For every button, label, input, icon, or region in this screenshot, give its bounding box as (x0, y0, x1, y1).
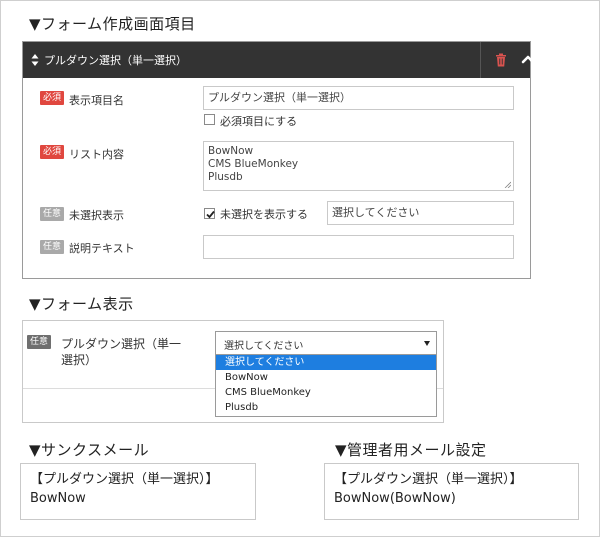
item-name-input[interactable]: プルダウン選択（単一選択） (203, 86, 514, 110)
chevron-up-icon[interactable] (521, 54, 535, 64)
sort-handle-icon[interactable] (31, 53, 39, 67)
admin-mail-preview: 【プルダウン選択（単一選択）】 BowNow(BowNow) (324, 463, 579, 520)
mail-line: 【プルダウン選択（単一選択）】 (334, 472, 523, 487)
required-checkbox[interactable] (204, 114, 215, 125)
unselected-checkbox[interactable] (204, 208, 215, 219)
optional-badge: 任意 (40, 207, 65, 221)
header-divider (480, 42, 481, 78)
dropdown-option[interactable]: BowNow (216, 370, 436, 385)
unselected-display-label: 未選択表示 (69, 209, 124, 222)
display-section-title: ▼フォーム表示 (29, 295, 134, 313)
trash-icon[interactable] (495, 53, 507, 67)
optional-badge: 任意 (40, 240, 65, 254)
mail-line: 【プルダウン選択（単一選択）】 (30, 472, 219, 487)
list-content-label: リスト内容 (69, 148, 124, 161)
unselected-checkbox-label: 未選択を表示する (220, 208, 308, 221)
field-header-bar[interactable]: プルダウン選択（単一選択） (23, 42, 535, 78)
thanks-mail-section-title: ▼サンクスメール (29, 441, 150, 459)
list-line: BowNow (208, 145, 254, 157)
form-display-panel: 任意 プルダウン選択（単一選択） 選択してください 選択してください BowNo… (22, 320, 444, 423)
dropdown-option[interactable]: CMS BlueMonkey (216, 385, 436, 400)
resize-grip-icon[interactable] (504, 181, 511, 188)
description-label: 説明テキスト (69, 242, 135, 255)
required-checkbox-label: 必須項目にする (220, 115, 298, 128)
select-value: 選択してください (224, 341, 304, 352)
description-input[interactable] (203, 235, 514, 259)
screenshot-frame: ▼フォーム作成画面項目 プルダウン選択（単一選択） 必須 表示項目名 プルダウン… (0, 0, 600, 537)
thanks-mail-preview: 【プルダウン選択（単一選択）】 BowNow (20, 463, 256, 520)
required-badge: 必須 (40, 145, 65, 159)
caret-down-icon (424, 341, 430, 346)
builder-section-title: ▼フォーム作成画面項目 (29, 15, 196, 33)
form-builder-panel: プルダウン選択（単一選択） 必須 表示項目名 プルダウン選択（単一選択） 必須項… (22, 41, 535, 279)
pulldown-options-list: 選択してください BowNow CMS BlueMonkey Plusdb (215, 354, 437, 417)
optional-badge: 任意 (27, 335, 52, 349)
admin-mail-section-title: ▼管理者用メール設定 (335, 441, 487, 459)
list-line: Plusdb (208, 171, 243, 183)
dropdown-option[interactable]: Plusdb (216, 400, 436, 415)
item-name-label: 表示項目名 (69, 94, 124, 107)
display-field-label: プルダウン選択（単一選択） (61, 337, 182, 367)
list-line: CMS BlueMonkey (208, 158, 299, 170)
mail-line: BowNow (30, 491, 86, 506)
dropdown-option[interactable]: 選択してください (216, 355, 436, 370)
pulldown-select[interactable]: 選択してください (215, 331, 437, 355)
mail-line: BowNow(BowNow) (334, 491, 456, 506)
required-badge: 必須 (40, 91, 65, 105)
list-content-textarea[interactable]: BowNow CMS BlueMonkey Plusdb (203, 141, 514, 191)
unselected-text-input[interactable]: 選択してください (327, 201, 514, 225)
field-header-title: プルダウン選択（単一選択） (44, 54, 187, 67)
checkmark-icon (206, 210, 215, 219)
